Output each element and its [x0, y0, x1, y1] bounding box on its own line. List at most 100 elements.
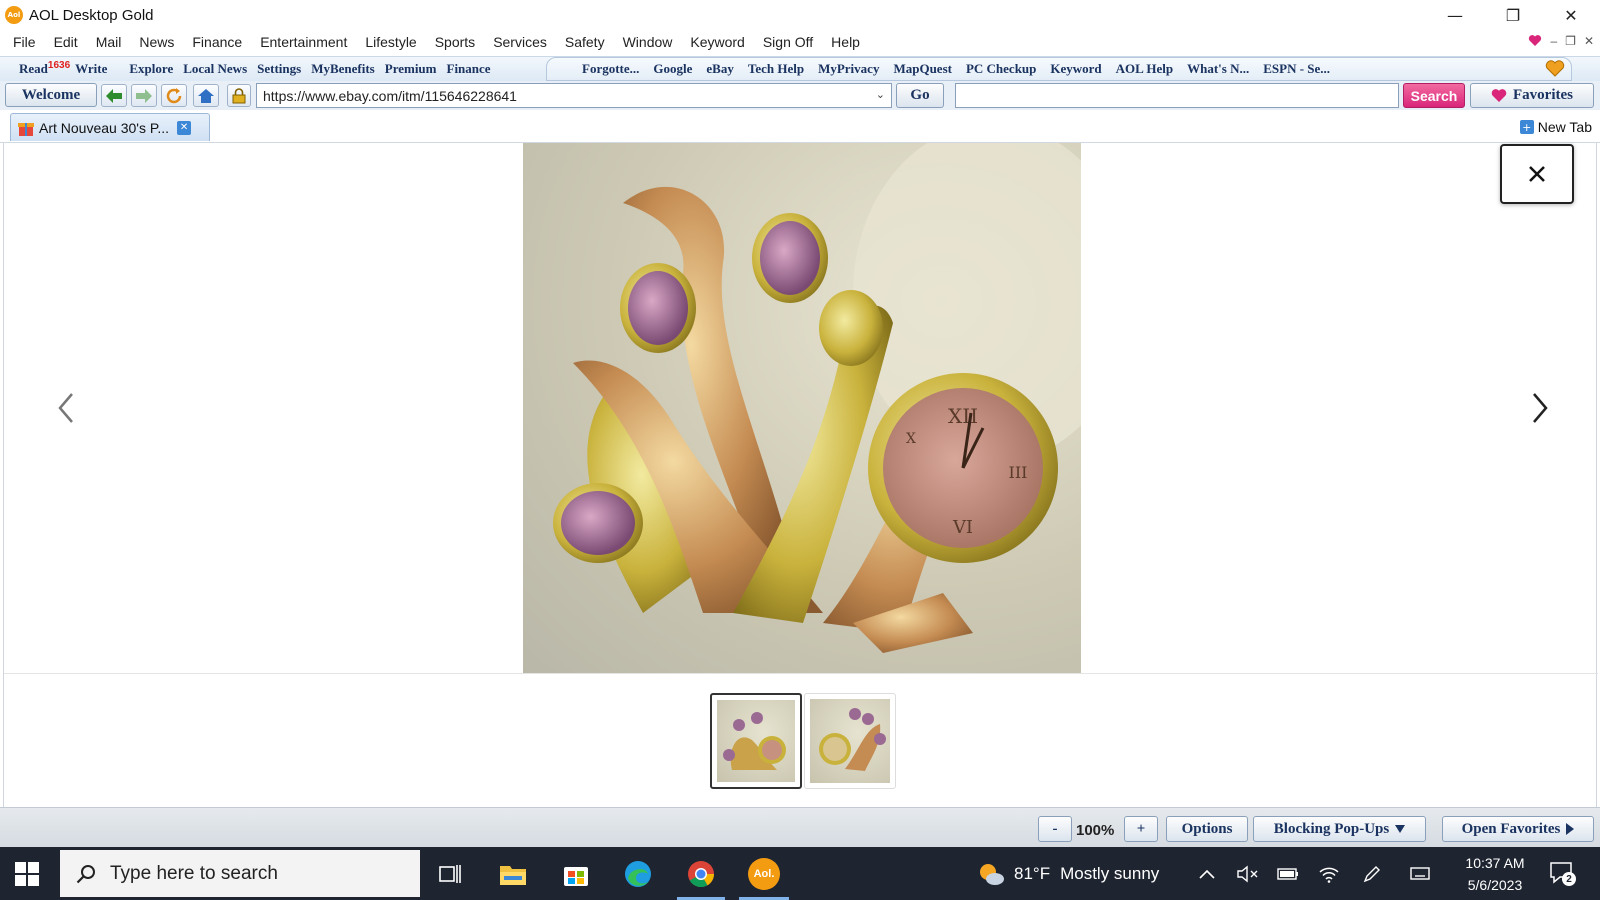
fav-google[interactable]: Google — [646, 61, 699, 77]
search-input[interactable] — [955, 83, 1399, 108]
keyboard-icon[interactable] — [1410, 847, 1430, 900]
close-window-button[interactable]: ✕ — [1542, 0, 1600, 30]
blocking-popups-label: Blocking Pop-Ups — [1273, 820, 1390, 837]
aol-app-icon[interactable]: Aol. — [746, 856, 782, 892]
menu-entertainment[interactable]: Entertainment — [251, 34, 356, 50]
url-text: https://www.ebay.com/itm/115646228641 — [263, 87, 517, 104]
edge-browser-icon[interactable] — [622, 858, 654, 890]
system-clock[interactable]: 10:37 AM 5/6/2023 — [1450, 852, 1540, 896]
weather-widget[interactable]: 81°F Mostly sunny — [976, 847, 1159, 900]
qb-mybenefits[interactable]: MyBenefits — [306, 61, 380, 77]
open-favorites-button[interactable]: Open Favorites — [1442, 816, 1594, 842]
fav-pc-checkup[interactable]: PC Checkup — [959, 61, 1043, 77]
previous-image-arrow-icon[interactable] — [52, 388, 82, 428]
fav-keyword[interactable]: Keyword — [1043, 61, 1108, 77]
menu-edit[interactable]: Edit — [45, 34, 87, 50]
next-image-arrow-icon[interactable] — [1524, 388, 1554, 428]
inner-minimize-button[interactable]: – — [1550, 34, 1557, 50]
zoom-out-button[interactable]: - — [1038, 816, 1072, 842]
menu-services[interactable]: Services — [484, 34, 556, 50]
divider — [4, 673, 1598, 674]
status-bar: - 100% + Options Blocking Pop-Ups Open F… — [0, 807, 1600, 847]
go-button[interactable]: Go — [896, 83, 944, 108]
menu-lifestyle[interactable]: Lifestyle — [356, 34, 425, 50]
favorites-label: Favorites — [1513, 87, 1573, 103]
menu-help[interactable]: Help — [822, 34, 869, 50]
tab-close-icon[interactable]: ✕ — [177, 120, 192, 135]
inner-restore-button[interactable]: ❐ — [1565, 34, 1576, 50]
favorites-heart-icon[interactable] — [1545, 60, 1565, 78]
fav-ebay[interactable]: eBay — [699, 61, 740, 77]
menu-mail[interactable]: Mail — [87, 34, 131, 50]
qb-write[interactable]: Write — [75, 61, 112, 77]
restore-button[interactable]: ❐ — [1484, 0, 1542, 30]
volume-muted-icon[interactable] — [1237, 847, 1259, 900]
fav-tech-help[interactable]: Tech Help — [741, 61, 811, 77]
window-title: AOL Desktop Gold — [29, 6, 154, 24]
fav-whats-new[interactable]: What's N... — [1180, 61, 1256, 77]
search-button[interactable]: Search — [1403, 83, 1465, 108]
back-arrow-icon[interactable] — [101, 84, 127, 107]
aol-logo-icon: Aol — [5, 6, 23, 24]
menu-finance[interactable]: Finance — [183, 34, 251, 50]
thumbnail-1[interactable] — [710, 693, 802, 789]
zoom-in-button[interactable]: + — [1124, 816, 1158, 842]
microsoft-store-icon[interactable] — [560, 858, 592, 890]
lock-icon[interactable] — [227, 84, 251, 107]
chevron-down-icon[interactable]: ⌄ — [876, 88, 885, 101]
menu-sports[interactable]: Sports — [426, 34, 484, 50]
heart-icon — [1491, 89, 1507, 102]
options-button[interactable]: Options — [1166, 816, 1248, 842]
menu-window[interactable]: Window — [614, 34, 682, 50]
battery-icon[interactable] — [1277, 847, 1299, 900]
favorites-button[interactable]: Favorites — [1470, 83, 1594, 108]
heart-icon[interactable] — [1528, 34, 1542, 50]
dropdown-triangle-icon — [1395, 825, 1406, 833]
fav-espn[interactable]: ESPN - Se... — [1256, 61, 1337, 77]
fav-mapquest[interactable]: MapQuest — [886, 61, 959, 77]
taskbar-search-input[interactable]: Type here to search — [60, 850, 420, 897]
qb-read[interactable]: Read1636 — [14, 60, 75, 77]
favorites-bar: Forgotte... Google eBay Tech Help MyPriv… — [546, 57, 1572, 81]
url-input[interactable]: https://www.ebay.com/itm/115646228641 ⌄ — [256, 83, 892, 108]
task-view-icon[interactable] — [434, 858, 466, 890]
qb-local-news[interactable]: Local News — [178, 61, 252, 77]
forward-arrow-icon[interactable] — [131, 84, 157, 107]
chrome-browser-icon[interactable] — [685, 858, 717, 890]
refresh-icon[interactable] — [161, 84, 187, 107]
blocking-popups-button[interactable]: Blocking Pop-Ups — [1253, 816, 1426, 842]
product-main-image[interactable]: XII III VI X — [523, 143, 1081, 673]
menu-news[interactable]: News — [130, 34, 183, 50]
qb-finance[interactable]: Finance — [442, 61, 496, 77]
gift-icon — [18, 122, 34, 136]
svg-text:XII: XII — [948, 404, 978, 428]
new-tab-button[interactable]: + New Tab — [1519, 119, 1592, 135]
inner-close-button[interactable]: ✕ — [1584, 34, 1594, 50]
qb-premium[interactable]: Premium — [380, 61, 442, 77]
welcome-button[interactable]: Welcome — [5, 83, 97, 107]
fav-myprivacy[interactable]: MyPrivacy — [811, 61, 886, 77]
tab-art-nouveau[interactable]: Art Nouveau 30's P... ✕ — [10, 113, 210, 141]
chevron-up-icon[interactable] — [1199, 847, 1215, 900]
notification-center-icon[interactable]: 2 — [1548, 859, 1578, 889]
menu-file[interactable]: File — [4, 34, 45, 50]
wifi-icon[interactable] — [1318, 847, 1340, 900]
home-icon[interactable] — [193, 84, 219, 107]
file-explorer-icon[interactable] — [497, 858, 529, 890]
minimize-button[interactable]: — — [1426, 0, 1484, 30]
menu-safety[interactable]: Safety — [556, 34, 614, 50]
thumbnail-2[interactable] — [804, 693, 896, 789]
fav-forgotten[interactable]: Forgotte... — [575, 61, 646, 77]
windows-taskbar: Type here to search Aol. 81°F Mostly sun… — [0, 847, 1600, 900]
close-viewer-button[interactable] — [1500, 144, 1574, 204]
pen-icon[interactable] — [1362, 847, 1382, 900]
windows-start-icon[interactable] — [12, 859, 44, 889]
qb-explore[interactable]: Explore — [124, 61, 178, 77]
menu-keyword[interactable]: Keyword — [681, 34, 753, 50]
close-icon — [1529, 166, 1545, 182]
open-favorites-label: Open Favorites — [1461, 820, 1561, 837]
menu-sign-off[interactable]: Sign Off — [754, 34, 822, 50]
qb-settings[interactable]: Settings — [252, 61, 306, 77]
fav-aol-help[interactable]: AOL Help — [1109, 61, 1180, 77]
taskbar-search-placeholder: Type here to search — [110, 862, 278, 884]
